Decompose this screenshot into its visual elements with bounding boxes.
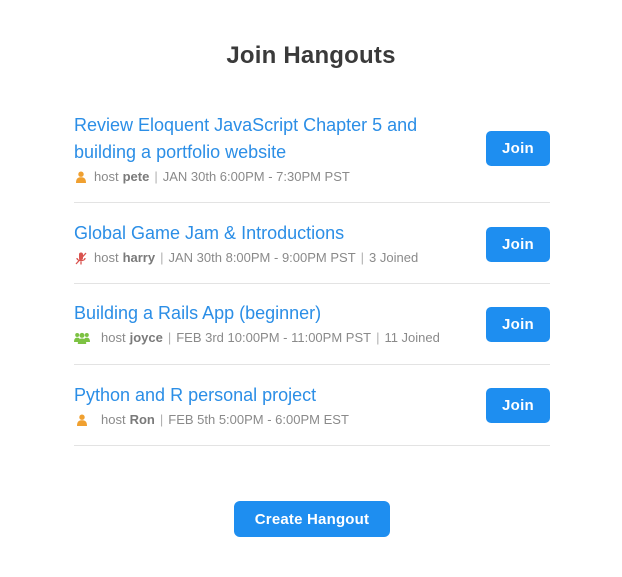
mic-off-icon (74, 251, 88, 265)
hangout-title-link[interactable]: Review Eloquent JavaScript Chapter 5 and… (74, 112, 464, 166)
host-label: host (94, 250, 119, 265)
create-hangout-button[interactable]: Create Hangout (234, 501, 390, 537)
hangout-item: Python and R personal project host Ron |… (74, 365, 550, 446)
host-name: pete (122, 169, 150, 184)
hangout-item: Global Game Jam & Introductions host har… (74, 203, 550, 284)
joined-count: 11 Joined (384, 330, 440, 345)
hangout-time: JAN 30th 6:00PM - 7:30PM PST (162, 169, 350, 184)
hangout-title-link[interactable]: Global Game Jam & Introductions (74, 220, 464, 247)
join-button[interactable]: Join (486, 131, 550, 166)
hangout-meta: host joyce | FEB 3rd 10:00PM - 11:00PM P… (74, 329, 464, 347)
join-hangouts-page: Join Hangouts Review Eloquent JavaScript… (0, 0, 622, 577)
host-name: Ron (129, 412, 155, 427)
hangout-time: JAN 30th 8:00PM - 9:00PM PST (168, 250, 356, 265)
host-name: joyce (129, 330, 163, 345)
page-title: Join Hangouts (226, 42, 396, 69)
divider: | (360, 250, 365, 265)
hangout-list: Review Eloquent JavaScript Chapter 5 and… (74, 112, 550, 446)
host-label: host (101, 330, 126, 345)
host-label: host (94, 169, 119, 184)
divider: | (154, 169, 158, 184)
hangout-item: Building a Rails App (beginner) host joy… (74, 284, 550, 365)
hangout-meta: host harry | JAN 30th 8:00PM - 9:00PM PS… (74, 249, 464, 267)
hangout-meta: host Ron | FEB 5th 5:00PM - 6:00PM EST (74, 411, 464, 429)
user-icon (74, 170, 88, 184)
hangout-time: FEB 5th 5:00PM - 6:00PM EST (168, 412, 349, 427)
join-button[interactable]: Join (486, 307, 550, 342)
join-button[interactable]: Join (486, 227, 550, 262)
host-label: host (101, 412, 126, 427)
join-button[interactable]: Join (486, 388, 550, 423)
hangout-title-link[interactable]: Building a Rails App (beginner) (74, 300, 464, 327)
joined-count: 3 Joined (369, 250, 419, 265)
divider: | (376, 330, 380, 345)
group-icon (74, 331, 90, 345)
host-name: harry (122, 250, 156, 265)
user-icon (74, 413, 90, 427)
divider: | (160, 250, 164, 265)
divider: | (167, 330, 172, 345)
hangout-time: FEB 3rd 10:00PM - 11:00PM PST (176, 330, 372, 345)
divider: | (159, 412, 164, 427)
hangout-meta: host pete | JAN 30th 6:00PM - 7:30PM PST (74, 168, 464, 186)
hangout-title-link[interactable]: Python and R personal project (74, 382, 464, 409)
hangout-item: Review Eloquent JavaScript Chapter 5 and… (74, 112, 550, 203)
